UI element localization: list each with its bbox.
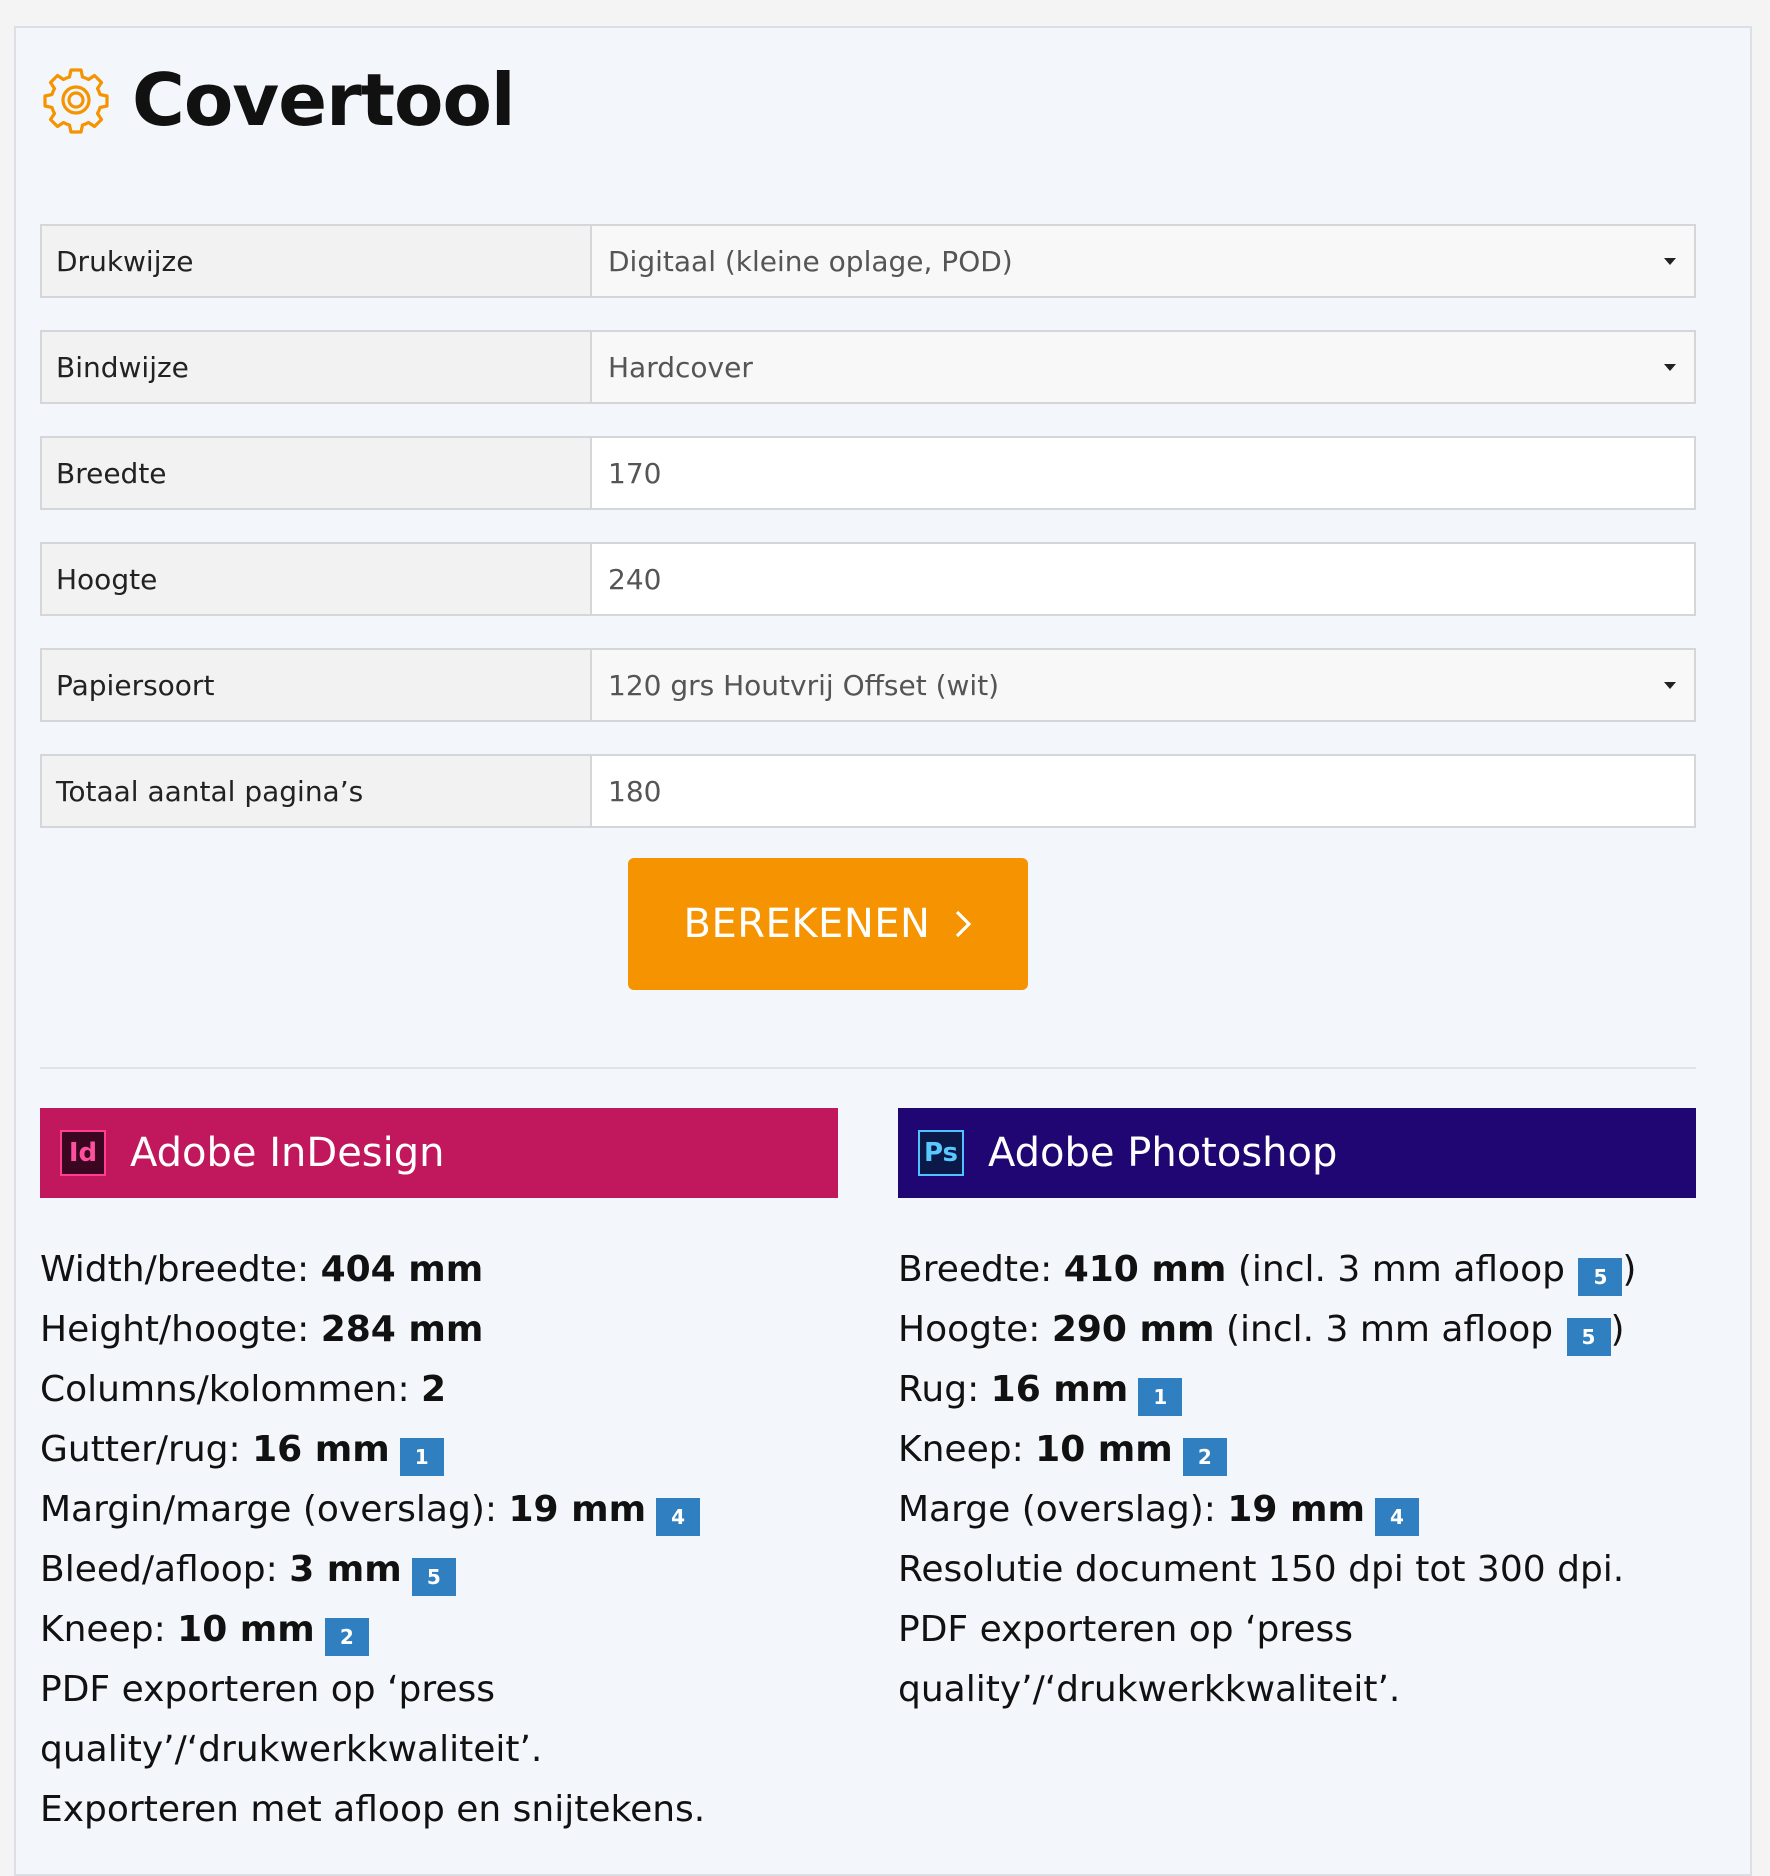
caret-down-icon <box>1664 258 1676 265</box>
detail-label: Columns/kolommen: <box>40 1369 422 1410</box>
photoshop-resolution-note: Resolutie document 150 dpi tot 300 dpi. <box>898 1549 1625 1590</box>
drukwijze-select[interactable]: Digitaal (kleine oplage, POD) <box>592 226 1694 296</box>
photoshop-line: Marge (overslag): 19 mm 4 <box>898 1480 1696 1540</box>
indesign-export-note: PDF exporteren op ‘press quality’/‘drukw… <box>40 1669 543 1770</box>
indesign-line: Margin/marge (overslag): 19 mm 4 <box>40 1480 838 1540</box>
photoshop-line: Hoogte: 290 mm (incl. 3 mm afloop 5) <box>898 1300 1696 1360</box>
photoshop-line: Breedte: 410 mm (incl. 3 mm afloop 5) <box>898 1240 1696 1300</box>
detail-label: Rug: <box>898 1369 991 1410</box>
indesign-line: Kneep: 10 mm 2 <box>40 1600 838 1660</box>
detail-label: Width/breedte: <box>40 1249 321 1290</box>
detail-value: 19 mm <box>508 1489 647 1530</box>
indesign-line: Bleed/afloop: 3 mm 5 <box>40 1540 838 1600</box>
detail-label: Hoogte: <box>898 1309 1052 1350</box>
breedte-input[interactable] <box>608 456 1694 490</box>
drukwijze-value: Digitaal (kleine oplage, POD) <box>608 244 1013 278</box>
caret-down-icon <box>1664 682 1676 689</box>
bindwijze-select[interactable]: Hardcover <box>592 332 1694 402</box>
detail-suffix: ) <box>1610 1309 1625 1350</box>
paginas-input[interactable] <box>608 774 1694 808</box>
form-row-breedte: Breedte <box>40 436 1696 510</box>
detail-value: 2 <box>421 1369 447 1410</box>
photoshop-icon: Ps <box>918 1130 964 1176</box>
detail-value: 404 mm <box>320 1249 484 1290</box>
photoshop-header: Ps Adobe Photoshop <box>898 1108 1696 1198</box>
gear-icon <box>43 68 109 134</box>
paginas-label: Totaal aantal pagina’s <box>42 756 592 826</box>
drukwijze-label: Drukwijze <box>42 226 592 296</box>
bereken-button[interactable]: BEREKENEN <box>628 858 1028 990</box>
hoogte-field-wrap <box>592 544 1694 614</box>
detail-label: Bleed/afloop: <box>40 1549 290 1590</box>
form-row-paginas: Totaal aantal pagina’s <box>40 754 1696 828</box>
photoshop-details: Breedte: 410 mm (incl. 3 mm afloop 5) Ho… <box>898 1240 1696 1720</box>
detail-value: 284 mm <box>320 1309 484 1350</box>
detail-label: Gutter/rug: <box>40 1429 253 1470</box>
section-divider <box>40 1067 1696 1069</box>
detail-suffix: ) <box>1622 1249 1637 1290</box>
detail-label: Margin/marge (overslag): <box>40 1489 509 1530</box>
footnote-badge[interactable]: 1 <box>399 1438 444 1476</box>
indesign-icon: Id <box>60 1130 106 1176</box>
detail-suffix: (incl. 3 mm afloop <box>1226 1249 1577 1290</box>
breedte-field-wrap <box>592 438 1694 508</box>
detail-value: 3 mm <box>289 1549 402 1590</box>
photoshop-line: Rug: 16 mm 1 <box>898 1360 1696 1420</box>
caret-down-icon <box>1664 364 1676 371</box>
indesign-export-note-2: Exporteren met afloop en snijtekens. <box>40 1789 706 1830</box>
indesign-line: Columns/kolommen: 2 <box>40 1360 838 1420</box>
bereken-button-label: BEREKENEN <box>683 901 931 947</box>
bindwijze-value: Hardcover <box>608 350 753 384</box>
detail-label: Kneep: <box>40 1609 178 1650</box>
form-row-drukwijze: Drukwijze Digitaal (kleine oplage, POD) <box>40 224 1696 298</box>
footnote-badge[interactable]: 2 <box>324 1618 369 1656</box>
papiersoort-label: Papiersoort <box>42 650 592 720</box>
detail-label: Kneep: <box>898 1429 1036 1470</box>
page-title: Covertool <box>132 58 516 142</box>
hoogte-input[interactable] <box>608 562 1694 596</box>
detail-label: Breedte: <box>898 1249 1064 1290</box>
indesign-line: Gutter/rug: 16 mm 1 <box>40 1420 838 1480</box>
indesign-line: Width/breedte: 404 mm <box>40 1240 838 1300</box>
form-row-bindwijze: Bindwijze Hardcover <box>40 330 1696 404</box>
detail-value: 10 mm <box>1035 1429 1173 1470</box>
indesign-title: Adobe InDesign <box>130 1130 445 1176</box>
detail-value: 290 mm <box>1051 1309 1215 1350</box>
detail-value: 10 mm <box>177 1609 315 1650</box>
footnote-badge[interactable]: 2 <box>1182 1438 1227 1476</box>
chevron-right-icon <box>956 910 972 938</box>
photoshop-line: Kneep: 10 mm 2 <box>898 1420 1696 1480</box>
footnote-badge[interactable]: 1 <box>1138 1378 1183 1416</box>
detail-label: Marge (overslag): <box>898 1489 1228 1530</box>
papiersoort-select[interactable]: 120 grs Houtvrij Offset (wit) <box>592 650 1694 720</box>
detail-value: 16 mm <box>990 1369 1129 1410</box>
indesign-line: Height/hoogte: 284 mm <box>40 1300 838 1360</box>
detail-value: 410 mm <box>1063 1249 1227 1290</box>
page-header: Covertool <box>40 50 516 150</box>
footnote-badge[interactable]: 5 <box>1578 1258 1623 1296</box>
papiersoort-value: 120 grs Houtvrij Offset (wit) <box>608 668 1000 702</box>
breedte-label: Breedte <box>42 438 592 508</box>
bindwijze-label: Bindwijze <box>42 332 592 402</box>
form-row-papiersoort: Papiersoort 120 grs Houtvrij Offset (wit… <box>40 648 1696 722</box>
indesign-header: Id Adobe InDesign <box>40 1108 838 1198</box>
paginas-field-wrap <box>592 756 1694 826</box>
footnote-badge[interactable]: 5 <box>411 1558 456 1596</box>
indesign-details: Width/breedte: 404 mm Height/hoogte: 284… <box>40 1240 838 1840</box>
detail-value: 19 mm <box>1227 1489 1365 1530</box>
photoshop-title: Adobe Photoshop <box>988 1130 1338 1176</box>
hoogte-label: Hoogte <box>42 544 592 614</box>
footnote-badge[interactable]: 5 <box>1566 1318 1611 1356</box>
form-row-hoogte: Hoogte <box>40 542 1696 616</box>
detail-label: Height/hoogte: <box>40 1309 321 1350</box>
detail-value: 16 mm <box>252 1429 390 1470</box>
detail-suffix: (incl. 3 mm afloop <box>1214 1309 1565 1350</box>
footnote-badge[interactable]: 4 <box>656 1498 701 1536</box>
footnote-badge[interactable]: 4 <box>1375 1498 1419 1536</box>
photoshop-export-note: PDF exporteren op ‘press quality’/‘drukw… <box>898 1609 1401 1710</box>
